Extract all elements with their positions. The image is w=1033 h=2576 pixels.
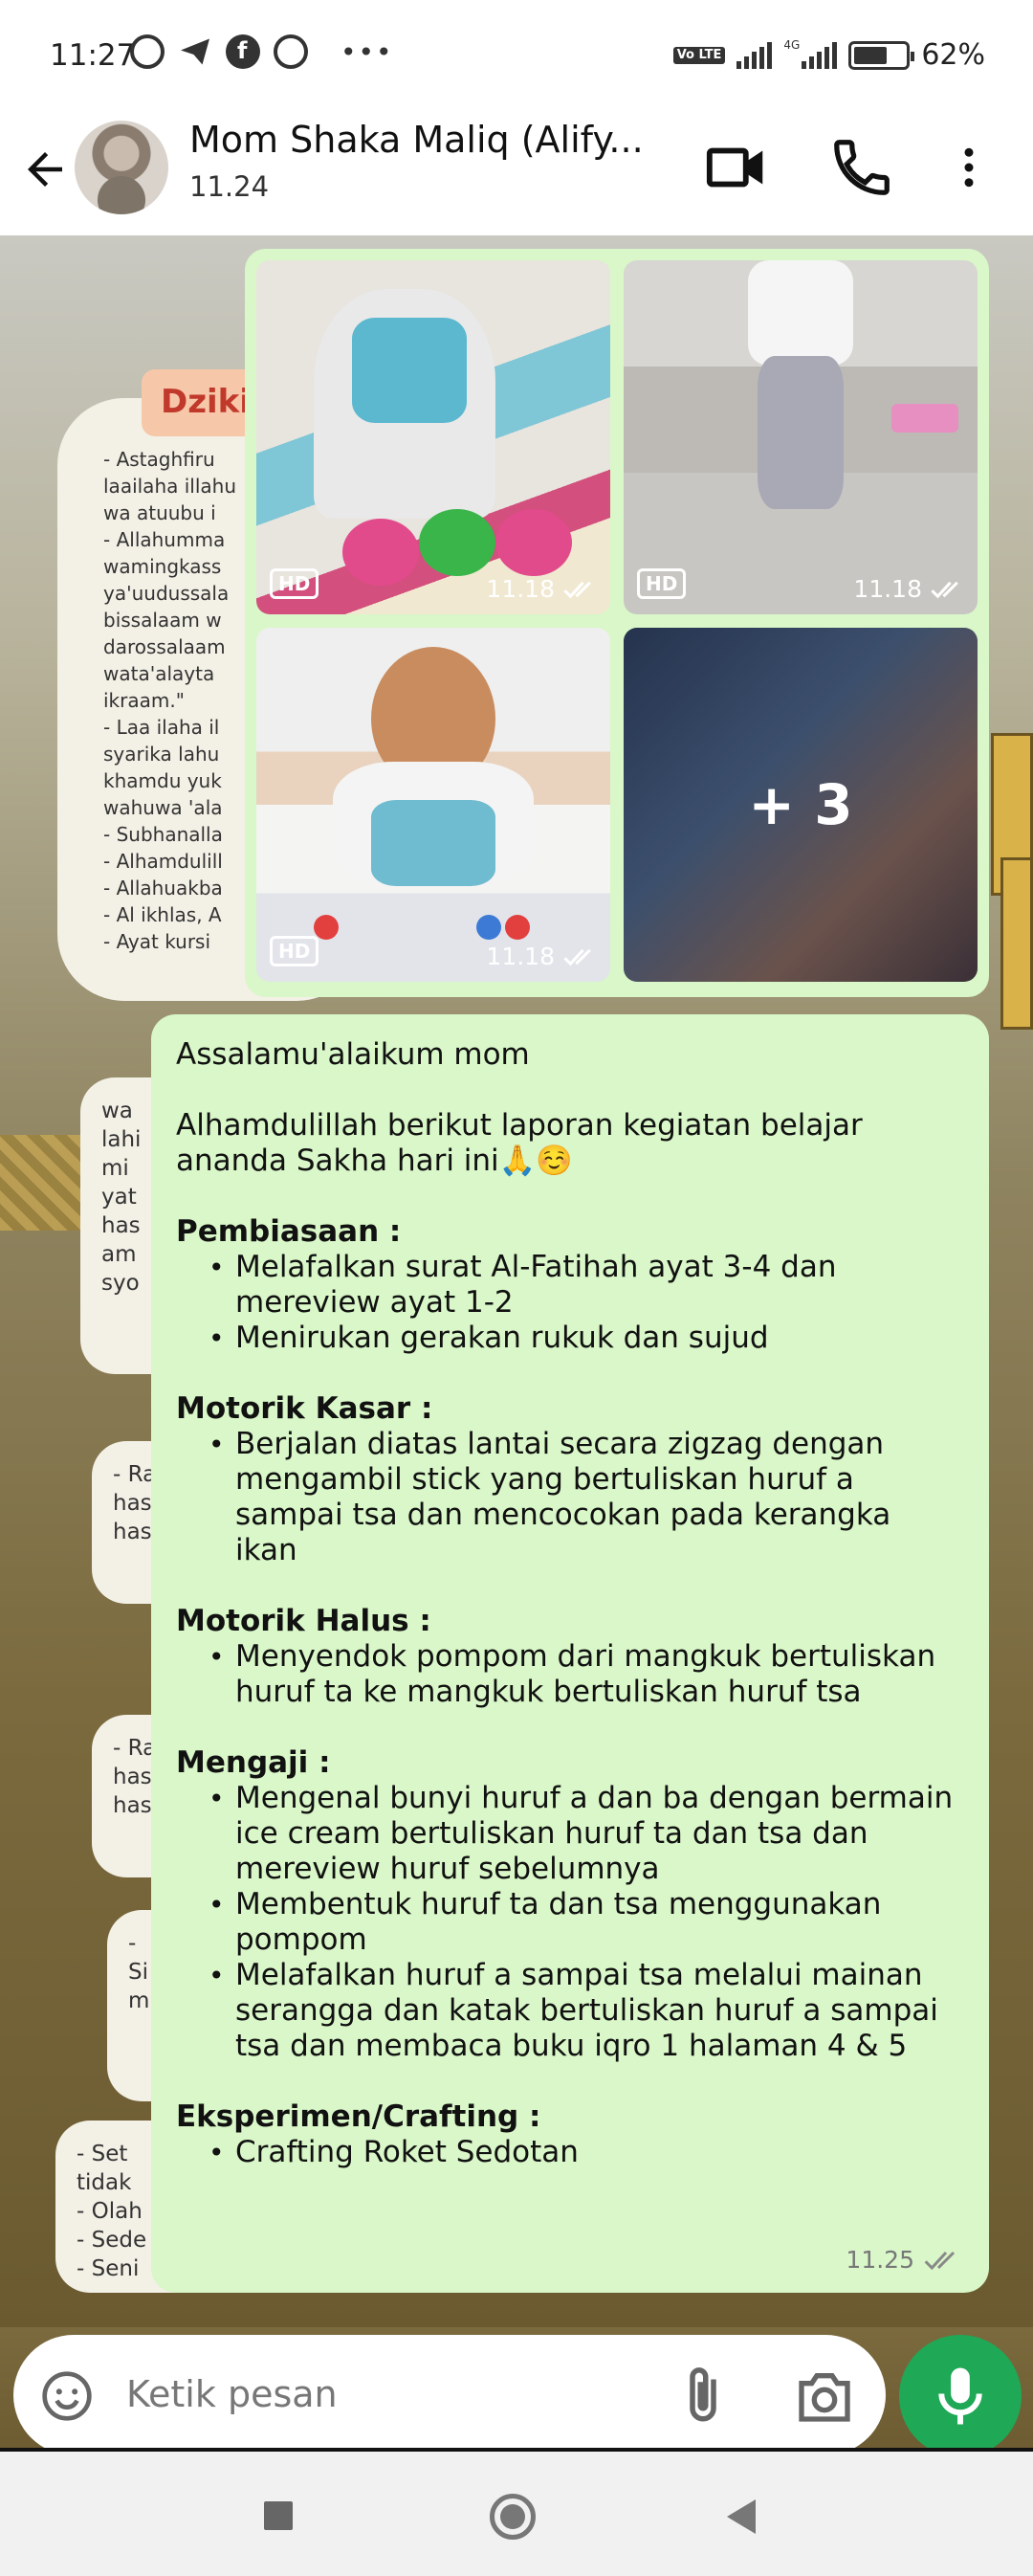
message-input[interactable]: Ketik pesan [126, 2373, 338, 2415]
facebook-icon [226, 34, 260, 69]
more-photos-overlay: + 3 [624, 628, 978, 982]
status-time: 11:27 [50, 38, 136, 73]
network-type: 4G [783, 38, 801, 52]
hd-badge: HD [270, 936, 319, 966]
section-list: Menyendok pompom dari mangkuk bertuliska… [176, 1639, 960, 1710]
battery-percent: 62% [921, 38, 985, 72]
section-heading: Eksperimen/Crafting : [176, 2099, 541, 2134]
message-greeting: Assalamu'alaikum mom [176, 1037, 530, 1072]
avatar[interactable] [75, 121, 168, 214]
chat-header: Mom Shaka Maliq (Alify... 11.24 [0, 115, 1033, 235]
camera-icon[interactable] [794, 2367, 855, 2425]
photo-timestamp: 11.18 [486, 575, 597, 603]
list-item: Crafting Roket Sedotan [176, 2135, 960, 2170]
text-message[interactable]: Assalamu'alaikum mom Alhamdulillah berik… [151, 1014, 989, 2293]
photo-tile-more[interactable]: + 3 [624, 628, 978, 982]
photo-timestamp: 11.18 [486, 943, 597, 970]
system-icons: Vo LTE 4G 62% [672, 38, 985, 72]
double-check-icon [563, 948, 591, 966]
section-heading: Pembiasaan : [176, 1214, 402, 1249]
double-check-icon [563, 581, 591, 598]
back-arrow-icon[interactable] [19, 144, 71, 195]
message-input-container[interactable]: Ketik pesan [13, 2335, 886, 2455]
message-timestamp: 11.25 [846, 2242, 962, 2277]
wallpaper-ornament-2 [1000, 857, 1033, 1030]
system-nav-bar [0, 2452, 1033, 2576]
list-item: Mengenal bunyi huruf a dan ba dengan ber… [176, 1781, 960, 1887]
photo-timestamp: 11.18 [853, 575, 964, 603]
notification-icons: ••• [130, 34, 394, 69]
messenger-icon [274, 34, 308, 69]
mic-icon [938, 2367, 982, 2425]
hd-badge: HD [270, 568, 319, 599]
list-item: Melafalkan surat Al-Fatihah ayat 3-4 dan… [176, 1250, 960, 1321]
attach-icon[interactable] [679, 2364, 727, 2427]
double-check-icon [924, 2251, 956, 2270]
composer: Ketik pesan [0, 2327, 1033, 2457]
battery-icon [848, 40, 915, 70]
mic-button[interactable] [899, 2335, 1022, 2457]
section-list: Crafting Roket Sedotan [176, 2135, 960, 2170]
video-call-icon[interactable] [704, 134, 771, 201]
volte-icon: Vo LTE [672, 46, 726, 64]
telegram-icon [178, 34, 212, 69]
wallpaper-text: - Astaghfiru laailaha illahu wa atuubu i… [103, 448, 237, 953]
section-list: Mengenal bunyi huruf a dan ba dengan ber… [176, 1781, 960, 2064]
contact-name[interactable]: Mom Shaka Maliq (Alify... [189, 119, 644, 161]
phone-icon[interactable] [828, 134, 895, 201]
section-list: Melafalkan surat Al-Fatihah ayat 3-4 dan… [176, 1250, 960, 1356]
list-item: Menyendok pompom dari mangkuk bertuliska… [176, 1639, 960, 1710]
emoji-icon[interactable] [40, 2369, 94, 2423]
photo-tile[interactable]: HD 11.18 [256, 628, 610, 982]
signal-icon [736, 41, 773, 69]
list-item: Berjalan diatas lantai secara zigzag den… [176, 1427, 960, 1568]
section-heading: Motorik Halus : [176, 1604, 431, 1638]
signal-icon-2 [802, 41, 838, 69]
status-bar: 11:27 ••• Vo LTE 4G 62% [0, 0, 1033, 115]
double-check-icon [931, 581, 958, 598]
list-item: Membentuk huruf ta dan tsa menggunakan p… [176, 1887, 960, 1958]
chat-area[interactable]: Dzikir - Astaghfiru laailaha illahu wa a… [0, 235, 1033, 2327]
more-notifications-icon: ••• [341, 35, 394, 68]
section-list: Berjalan diatas lantai secara zigzag den… [176, 1427, 960, 1568]
list-item: Menirukan gerakan rukuk dan sujud [176, 1321, 960, 1356]
back-button[interactable] [727, 2499, 756, 2534]
alarm-icon [130, 34, 165, 69]
recents-button[interactable] [264, 2501, 293, 2530]
more-vert-icon[interactable] [943, 134, 995, 201]
last-seen: 11.24 [189, 170, 270, 203]
section-heading: Motorik Kasar : [176, 1391, 433, 1426]
message-intro: Alhamdulillah berikut laporan kegiatan b… [176, 1108, 863, 1178]
image-album-message[interactable]: HD 11.18 HD 11.18 HD 11.18 + 3 [245, 249, 989, 997]
home-button[interactable] [490, 2494, 536, 2540]
list-item: Melafalkan huruf a sampai tsa melalui ma… [176, 1958, 960, 2064]
section-heading: Mengaji : [176, 1745, 331, 1780]
photo-tile[interactable]: HD 11.18 [624, 260, 978, 614]
photo-tile[interactable]: HD 11.18 [256, 260, 610, 614]
hd-badge: HD [637, 568, 687, 599]
